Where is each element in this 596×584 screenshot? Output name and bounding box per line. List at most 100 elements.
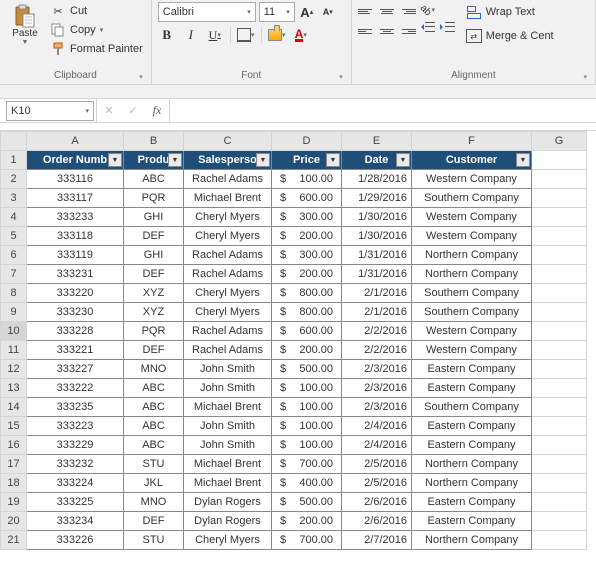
italic-button[interactable]: I [182,26,200,44]
cell[interactable]: 1/31/2016 [342,265,412,284]
decrease-indent-button[interactable] [420,20,436,34]
merge-center-button[interactable]: ⇄Merge & Cent [466,26,554,46]
cell[interactable]: Western Company [412,341,532,360]
cell[interactable]: $600.00 [272,322,342,341]
cell[interactable]: 333226 [27,531,124,550]
row-header[interactable]: 11 [1,341,27,360]
cell[interactable]: Western Company [412,227,532,246]
cell[interactable]: $700.00 [272,531,342,550]
cell[interactable]: DEF [124,341,184,360]
cell[interactable]: DEF [124,512,184,531]
row-header[interactable]: 8 [1,284,27,303]
table-header-cell[interactable]: Salesperso▼ [184,151,272,170]
cell[interactable]: Southern Company [412,303,532,322]
cell[interactable]: Dylan Rogers [184,512,272,531]
cell[interactable]: MNO [124,493,184,512]
cell[interactable]: 333231 [27,265,124,284]
cell[interactable]: Cheryl Myers [184,227,272,246]
cell[interactable]: Michael Brent [184,189,272,208]
align-top-button[interactable] [358,2,376,20]
cell[interactable] [532,436,587,455]
table-header-cell[interactable]: Order Numb▼ [27,151,124,170]
cell[interactable]: 333116 [27,170,124,189]
cell[interactable]: Dylan Rogers [184,493,272,512]
cell[interactable]: 1/30/2016 [342,227,412,246]
cell[interactable]: 2/2/2016 [342,322,412,341]
cell[interactable]: 333228 [27,322,124,341]
cell[interactable]: DEF [124,227,184,246]
bold-button[interactable]: B [158,26,176,44]
cell[interactable]: JKL [124,474,184,493]
cell[interactable]: 333119 [27,246,124,265]
cell[interactable]: 2/7/2016 [342,531,412,550]
row-header[interactable]: 2 [1,170,27,189]
filter-dropdown-icon[interactable]: ▼ [326,153,340,167]
cell[interactable]: Northern Company [412,474,532,493]
cell[interactable]: STU [124,455,184,474]
cell[interactable]: Michael Brent [184,398,272,417]
cell[interactable]: Eastern Company [412,436,532,455]
cell[interactable]: 2/1/2016 [342,303,412,322]
table-header-cell[interactable]: Price▼ [272,151,342,170]
column-header[interactable]: F [412,132,532,151]
row-header[interactable]: 7 [1,265,27,284]
cell[interactable]: John Smith [184,360,272,379]
accept-formula-button[interactable]: ✓ [121,99,145,122]
cell[interactable]: $200.00 [272,227,342,246]
column-header[interactable]: E [342,132,412,151]
cell[interactable]: $200.00 [272,265,342,284]
cell[interactable]: 2/3/2016 [342,398,412,417]
cell[interactable]: $400.00 [272,474,342,493]
column-header[interactable]: G [532,132,587,151]
filter-dropdown-icon[interactable]: ▼ [396,153,410,167]
cell[interactable]: $600.00 [272,189,342,208]
cell[interactable]: Cheryl Myers [184,531,272,550]
align-center-button[interactable] [378,22,396,40]
cell[interactable]: 333229 [27,436,124,455]
cell[interactable]: $300.00 [272,246,342,265]
cell[interactable] [532,265,587,284]
orientation-button[interactable]: ab▾ [420,2,436,18]
cell[interactable]: GHI [124,208,184,227]
cell[interactable]: 2/1/2016 [342,284,412,303]
cell[interactable] [532,322,587,341]
cell[interactable]: Cheryl Myers [184,303,272,322]
wrap-text-button[interactable]: Wrap Text [466,2,554,22]
cell[interactable]: 333235 [27,398,124,417]
cell[interactable] [532,360,587,379]
cell[interactable] [532,189,587,208]
cell[interactable]: GHI [124,246,184,265]
cell[interactable]: 333232 [27,455,124,474]
row-header[interactable]: 20 [1,512,27,531]
cell[interactable]: $200.00 [272,341,342,360]
cell[interactable]: DEF [124,265,184,284]
cell[interactable]: $100.00 [272,379,342,398]
select-all-corner[interactable] [1,132,27,151]
row-header[interactable]: 3 [1,189,27,208]
cell[interactable]: Michael Brent [184,474,272,493]
insert-function-button[interactable]: fx [145,99,169,122]
increase-indent-button[interactable] [440,20,456,34]
cell[interactable]: 333224 [27,474,124,493]
cell[interactable] [532,303,587,322]
row-header[interactable]: 6 [1,246,27,265]
copy-button[interactable]: Copy ▾ [48,21,145,39]
format-painter-button[interactable]: Format Painter [48,40,145,58]
row-header[interactable]: 21 [1,531,27,550]
column-header[interactable]: C [184,132,272,151]
cell[interactable]: Rachel Adams [184,246,272,265]
cell[interactable]: ABC [124,398,184,417]
align-right-button[interactable] [398,22,416,40]
cell[interactable]: 2/2/2016 [342,341,412,360]
cell[interactable] [532,379,587,398]
cell[interactable]: XYZ [124,303,184,322]
cell[interactable]: 333221 [27,341,124,360]
cell[interactable]: 333227 [27,360,124,379]
cell[interactable]: 2/3/2016 [342,379,412,398]
shrink-font-button[interactable]: A▾ [319,3,337,21]
cell[interactable]: ABC [124,379,184,398]
cell[interactable]: Eastern Company [412,493,532,512]
cell[interactable]: 333118 [27,227,124,246]
cell[interactable]: 333233 [27,208,124,227]
cell[interactable]: 2/6/2016 [342,493,412,512]
